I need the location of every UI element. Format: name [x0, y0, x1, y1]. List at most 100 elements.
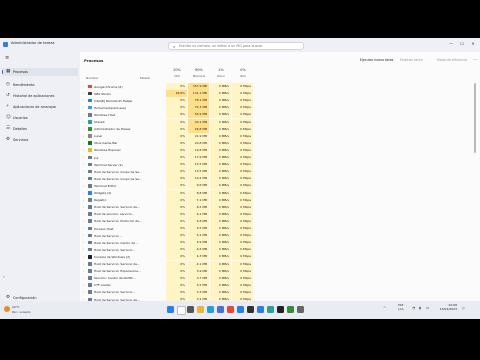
chevron-right-icon[interactable]: › [83, 240, 84, 244]
table-row[interactable]: › OBS Studio 18,6% 131,1 MB 0 MB/s 0 Mbps [80, 90, 472, 98]
settings-icon[interactable] [297, 306, 304, 313]
table-row[interactable]: › Host de Servicio: Experiencia... 0% 3,9 M… [80, 267, 472, 275]
chevron-right-icon[interactable]: › [83, 134, 84, 138]
column-status-header[interactable]: Estado [140, 76, 150, 80]
table-row[interactable]: › zul 0% 17,9 MB 0 MB/s 0 Mbps [80, 154, 472, 162]
table-row[interactable]: › Host de Servicio: Servicio... 0% 3,3 MB 0 … [80, 288, 472, 296]
disk-percent-header[interactable]: 1% [210, 68, 232, 72]
sidebar-item-aplicaciones-de-arranque[interactable]: ⚡ Aplicaciones de arranque [2, 103, 78, 111]
sharex-icon[interactable] [267, 306, 274, 313]
maximize-button[interactable]: ☐ [457, 41, 467, 46]
chevron-right-icon[interactable]: › [83, 283, 84, 287]
chevron-right-icon[interactable]: › [83, 226, 84, 230]
search-icon[interactable] [177, 306, 186, 315]
network-percent-header[interactable]: 0% [232, 68, 254, 72]
weather-temperature[interactable]: 12°C [12, 305, 19, 309]
chevron-right-icon[interactable]: › [83, 269, 84, 273]
chevron-right-icon[interactable]: › [83, 98, 84, 102]
table-row[interactable]: › Host de servicio: servicio... 0% 6,1 MB 0 … [80, 210, 472, 218]
table-row[interactable]: › Host de Servicio: Protocolo de... 0% 5,8 … [80, 217, 472, 225]
chevron-right-icon[interactable]: › [83, 233, 84, 237]
start-icon[interactable] [167, 306, 174, 313]
chevron-right-icon[interactable]: › [83, 141, 84, 145]
table-row[interactable]: › Host de Servicio: Servicio de... 0% 4,1 M… [80, 260, 472, 268]
clock[interactable]: 22:08 15/02/2023 [435, 303, 457, 312]
table-row[interactable]: › Google Chrome (6) 0% 357,9 MB 0 MB/s 0 Mbps [80, 83, 472, 91]
chevron-right-icon[interactable]: › [83, 276, 84, 280]
table-row[interactable]: › Administrador de Tareas 0% 26,8 MB 0 MB/s 0… [80, 125, 472, 133]
minimize-button[interactable]: — [446, 41, 456, 46]
task-manager-icon[interactable] [287, 306, 294, 313]
sidebar-item-rendimiento[interactable]: ◷ Rendimiento [2, 81, 78, 89]
chevron-right-icon[interactable]: › [83, 219, 84, 223]
sidebar-item-usuarios[interactable]: ☺ Usuarios [2, 114, 78, 122]
scrollbar[interactable] [474, 83, 476, 153]
cpu-column-header[interactable]: CPU [166, 74, 188, 78]
cpu-percent-header[interactable]: 20% [166, 68, 188, 72]
efficiency-mode-button[interactable]: Modo de eficiencia [437, 58, 467, 62]
chevron-right-icon[interactable]: › [83, 212, 84, 216]
sidebar-item-procesos[interactable]: ▦ Procesos [2, 68, 78, 76]
table-row[interactable]: › Xbox Game Bar 0% 20,8 MB 0 MB/s 0 Mbps [80, 139, 472, 147]
search-input[interactable]: ⌕ Escriba un nombre, un editor o un PID … [168, 42, 304, 50]
chevron-right-icon[interactable]: › [83, 155, 84, 159]
disk-column-header[interactable]: Disco [210, 74, 232, 78]
chrome-icon[interactable] [227, 306, 234, 313]
chevron-right-icon[interactable]: › [83, 247, 84, 251]
sidebar-item-servicios[interactable]: ⚙ Servicios [2, 136, 78, 144]
vscode-icon[interactable] [257, 306, 264, 313]
table-row[interactable]: › Host de Servicio: Centro de ... 0% 4,9 MB… [80, 239, 472, 247]
volume-icon[interactable]: ◖ [419, 306, 421, 310]
table-row[interactable]: › Proceso Host 0% 5,5 MB 0 MB/s 0 Mbps [80, 225, 472, 233]
battery-icon[interactable]: ▭ [426, 306, 429, 310]
obs-icon[interactable] [247, 306, 254, 313]
table-row[interactable]: › Host de Servicio: Grupo de Se... 0% 13,5 … [80, 168, 472, 176]
table-row[interactable]: › CTF Loader 0% 3,5 MB 0 MB/s 0 Mbps [80, 281, 472, 289]
chevron-right-icon[interactable]: › [83, 127, 84, 131]
table-row[interactable]: › Intel(R) Remote ID Helper 0% 78,1 MB 0 MB/… [80, 97, 472, 105]
end-task-button[interactable]: Finalizar tarea [400, 58, 423, 62]
chevron-right-icon[interactable]: › [83, 176, 84, 180]
hamburger-menu-icon[interactable]: ≡ [5, 55, 9, 61]
sidebar-item-historial-de-aplicaciones[interactable]: ↺ Historial de aplicaciones [2, 92, 78, 100]
terminal-icon[interactable] [277, 306, 284, 313]
chevron-right-icon[interactable]: › [83, 169, 84, 173]
chevron-right-icon[interactable]: › [83, 255, 84, 259]
table-row[interactable]: › Host de Servicio: Servicio... 0% 4,6 MB 0 … [80, 246, 472, 254]
table-row[interactable]: › Host de Servicio: ... 0% 5,2 MB 0 MB/s 0 Mb… [80, 232, 472, 240]
table-row[interactable]: › Lunar 0% 21,9 MB 0 MB/s 0 Mbps [80, 132, 472, 140]
notifications-icon[interactable]: ◇ [462, 306, 465, 310]
chevron-right-icon[interactable]: › [83, 262, 84, 266]
weather-icon[interactable] [4, 306, 10, 312]
table-row[interactable]: › Host de Servicio: Servicio de... 0% 6,5 M… [80, 203, 472, 211]
chevron-right-icon[interactable]: › [83, 84, 84, 88]
memory-percent-header[interactable]: 80% [188, 68, 210, 72]
store-icon[interactable] [217, 306, 224, 313]
weather-description[interactable]: Parc. soleado [12, 310, 31, 314]
file-explorer-icon[interactable] [197, 306, 204, 313]
table-row[interactable]: › Widgets (2) 0% 8,8 MB 0 MB/s 0 Mbps [80, 189, 472, 197]
chevron-right-icon[interactable]: › [83, 205, 84, 209]
language-indicator[interactable]: ESP LAA [398, 303, 404, 311]
network-column-header[interactable]: Red [232, 74, 254, 78]
chevron-right-icon[interactable]: › [83, 91, 84, 95]
run-new-task-button[interactable]: Ejecutar nueva tarea [360, 58, 393, 62]
table-row[interactable]: › Host de Servicio: Grupo de Se... 0% 10,2 … [80, 175, 472, 183]
chevron-right-icon[interactable]: › [83, 191, 84, 195]
edge-icon[interactable] [207, 306, 214, 313]
table-row[interactable]: › ShareX 0% 40,1 MB 0 MB/s 0 Mbps [80, 118, 472, 126]
chevron-right-icon[interactable]: › [83, 120, 84, 124]
chevron-right-icon[interactable]: › [83, 162, 84, 166]
close-button[interactable]: ✕ [468, 41, 478, 46]
task-view-icon[interactable] [187, 306, 194, 313]
chevron-right-icon[interactable]: › [83, 290, 84, 294]
chevron-left-icon[interactable]: ‹ [3, 274, 5, 279]
sidebar-item-detalles[interactable]: ☰ Detalles [2, 125, 78, 133]
column-name-header[interactable]: Nombre [86, 76, 98, 80]
more-options-icon[interactable]: ⋯ [473, 57, 477, 62]
table-row[interactable]: › Terminal Server (2) 0% 15,5 MB 0 MB/s 0 Mbp… [80, 161, 472, 169]
chevron-right-icon[interactable]: › [83, 148, 84, 152]
chevron-right-icon[interactable]: › [83, 105, 84, 109]
chevron-right-icon[interactable]: › [83, 198, 84, 202]
table-row[interactable]: › Turbo(Cashpoint.exe) 0% 72,3 MB 0 MB/s 0 Mb… [80, 104, 472, 112]
